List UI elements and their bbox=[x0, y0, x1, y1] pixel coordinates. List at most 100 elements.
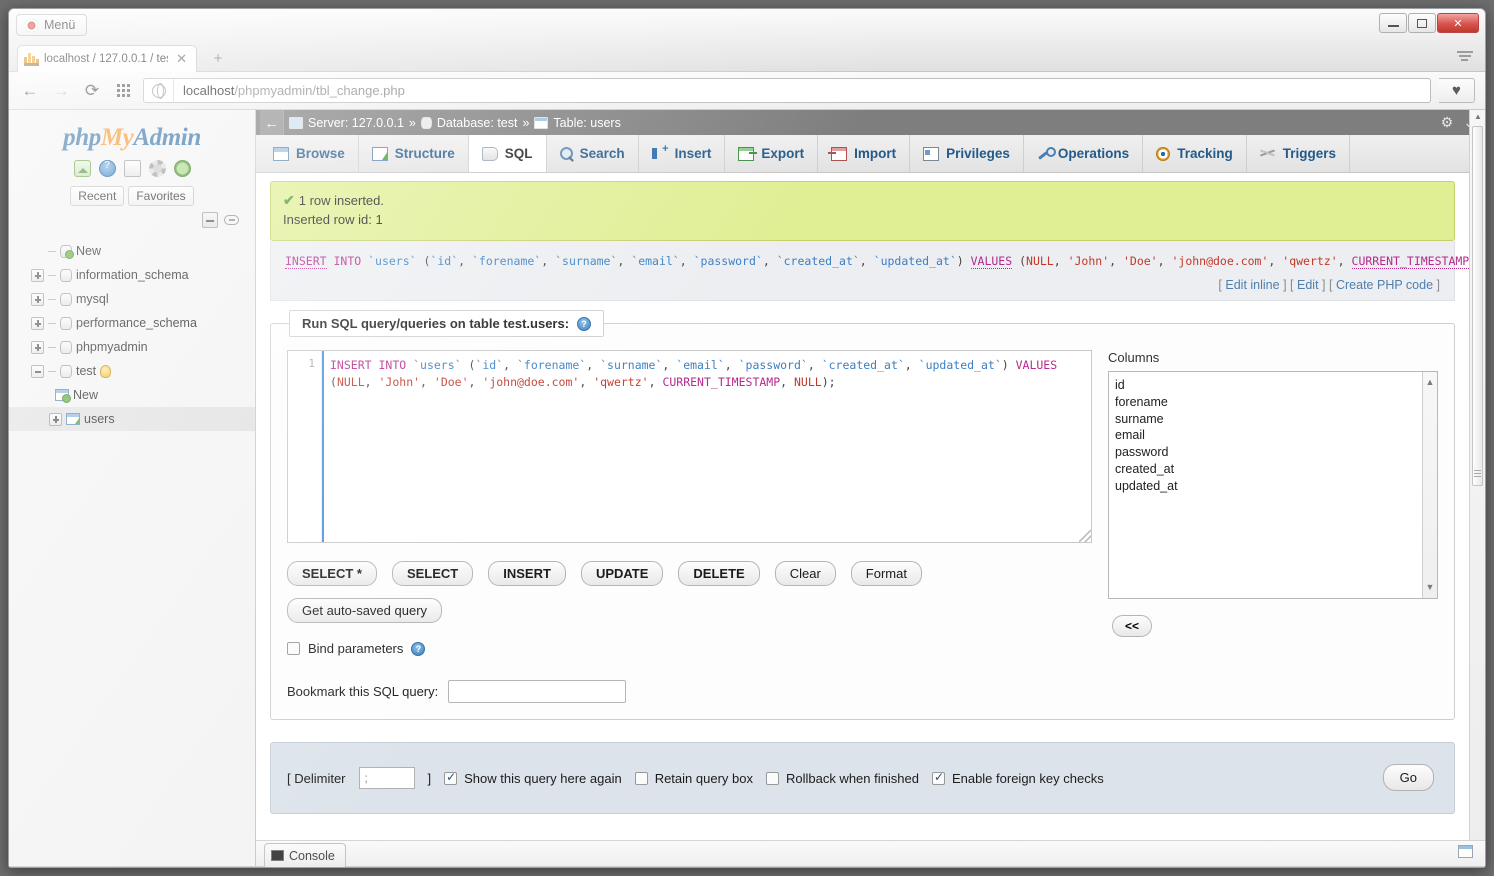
column-option[interactable]: surname bbox=[1115, 411, 1437, 428]
retain-query-checkbox[interactable] bbox=[635, 772, 648, 785]
minimize-button[interactable] bbox=[1379, 13, 1407, 33]
column-option[interactable]: created_at bbox=[1115, 461, 1437, 478]
bookmark-input[interactable] bbox=[448, 680, 626, 703]
column-option[interactable]: email bbox=[1115, 427, 1437, 444]
expand-icon[interactable] bbox=[31, 269, 44, 282]
insert-button[interactable]: INSERT bbox=[488, 561, 566, 586]
tab-search[interactable]: Search bbox=[547, 135, 639, 172]
tab-structure[interactable]: Structure bbox=[359, 135, 469, 172]
refresh-icon[interactable] bbox=[174, 160, 191, 177]
close-button[interactable]: ✕ bbox=[1437, 13, 1479, 33]
column-option[interactable]: id bbox=[1115, 377, 1437, 394]
option-retain-query-box[interactable]: Retain query box bbox=[635, 771, 753, 786]
tab-triggers[interactable]: Triggers bbox=[1247, 135, 1350, 172]
scrollbar-thumb[interactable] bbox=[1472, 126, 1483, 486]
edit-inline-link[interactable]: Edit inline bbox=[1225, 278, 1279, 292]
scroll-up-icon[interactable]: ▲ bbox=[1426, 374, 1435, 391]
tree-item-users[interactable]: users bbox=[9, 407, 255, 431]
address-bar[interactable]: localhost/phpmyadmin/tbl_change.php bbox=[143, 78, 1431, 103]
tree-item-test[interactable]: test bbox=[9, 359, 255, 383]
editor-resize-handle[interactable] bbox=[1079, 530, 1091, 542]
edit-link[interactable]: Edit bbox=[1297, 278, 1319, 292]
tab-tracking[interactable]: Tracking bbox=[1143, 135, 1247, 172]
tab-import[interactable]: Import bbox=[818, 135, 910, 172]
tab-close-icon[interactable]: ✕ bbox=[173, 51, 190, 67]
foreign-key-checkbox[interactable] bbox=[932, 772, 945, 785]
scroll-up-icon[interactable]: ▲ bbox=[1474, 112, 1482, 121]
collapse-all-icon[interactable] bbox=[202, 212, 218, 228]
go-button[interactable]: Go bbox=[1383, 764, 1434, 791]
select-button[interactable]: SELECT bbox=[392, 561, 473, 586]
option-rollback[interactable]: Rollback when finished bbox=[766, 771, 919, 786]
format-button[interactable]: Format bbox=[851, 561, 922, 586]
sql-token: 'Doe' bbox=[434, 375, 469, 389]
breadcrumb-table[interactable]: Table: users bbox=[553, 116, 620, 130]
breadcrumb-database[interactable]: Database: test bbox=[437, 116, 518, 130]
maximize-button[interactable] bbox=[1408, 13, 1436, 33]
tab-recent[interactable]: Recent bbox=[70, 186, 124, 206]
tabstrip-menu-icon[interactable] bbox=[1457, 51, 1473, 63]
expand-icon[interactable] bbox=[31, 293, 44, 306]
home-icon[interactable] bbox=[74, 160, 91, 177]
phpmyadmin-logo[interactable]: phpMyAdmin bbox=[9, 110, 255, 152]
update-button[interactable]: UPDATE bbox=[581, 561, 663, 586]
settings-icon[interactable] bbox=[149, 160, 166, 177]
page-scrollbar[interactable]: ▲ bbox=[1469, 110, 1485, 866]
console-table-icon[interactable] bbox=[1458, 845, 1473, 858]
column-option[interactable]: updated_at bbox=[1115, 478, 1437, 495]
insert-columns-button[interactable]: << bbox=[1112, 615, 1152, 637]
collapse-icon[interactable] bbox=[31, 365, 44, 378]
column-option[interactable]: forename bbox=[1115, 394, 1437, 411]
tab-operations[interactable]: Operations bbox=[1024, 135, 1143, 172]
delete-button[interactable]: DELETE bbox=[678, 561, 759, 586]
expand-icon[interactable] bbox=[49, 413, 62, 426]
tab-browse[interactable]: Browse bbox=[260, 135, 359, 172]
breadcrumb-back-button[interactable]: ← bbox=[260, 110, 284, 135]
clear-button[interactable]: Clear bbox=[775, 561, 836, 586]
gear-icon[interactable]: ⚙ bbox=[1441, 114, 1454, 131]
opera-menu-button[interactable]: Menü bbox=[16, 14, 87, 36]
tree-item-phpmyadmin[interactable]: phpmyadmin bbox=[9, 335, 255, 359]
tree-item-information-schema[interactable]: information_schema bbox=[9, 263, 255, 287]
get-auto-saved-query-button[interactable]: Get auto-saved query bbox=[287, 598, 442, 623]
create-php-code-link[interactable]: Create PHP code bbox=[1336, 278, 1433, 292]
tree-item-new-table[interactable]: New bbox=[9, 383, 255, 407]
sql-editor[interactable]: 1 INSERT INTO `users` (`id`, `forename`,… bbox=[287, 350, 1092, 543]
bind-parameters-checkbox[interactable] bbox=[287, 642, 300, 655]
tab-export[interactable]: Export bbox=[725, 135, 818, 172]
help-icon[interactable] bbox=[99, 160, 116, 177]
tab-privileges[interactable]: Privileges bbox=[910, 135, 1024, 172]
reload-button[interactable]: ⟳ bbox=[81, 80, 103, 102]
console-toggle[interactable]: Console bbox=[264, 843, 346, 867]
show-query-checkbox[interactable] bbox=[444, 772, 457, 785]
back-button[interactable]: ← bbox=[19, 80, 41, 102]
rollback-checkbox[interactable] bbox=[766, 772, 779, 785]
new-tab-button[interactable]: + bbox=[209, 51, 227, 69]
option-foreign-key-checks[interactable]: Enable foreign key checks bbox=[932, 771, 1104, 786]
bookmark-heart-button[interactable]: ♥ bbox=[1439, 78, 1475, 103]
tab-sql[interactable]: SQL bbox=[469, 135, 547, 172]
columns-scrollbar[interactable]: ▲ ▼ bbox=[1422, 372, 1437, 598]
forward-button[interactable]: → bbox=[50, 80, 72, 102]
breadcrumb-server[interactable]: Server: 127.0.0.1 bbox=[308, 116, 404, 130]
expand-icon[interactable] bbox=[31, 341, 44, 354]
delimiter-input[interactable] bbox=[359, 767, 415, 789]
link-panel-icon[interactable] bbox=[224, 215, 239, 225]
help-icon[interactable]: ? bbox=[411, 642, 425, 656]
option-show-query-again[interactable]: Show this query here again bbox=[444, 771, 622, 786]
expand-icon[interactable] bbox=[31, 317, 44, 330]
browser-tab-active[interactable]: . localhost / 127.0.0.1 / test ✕ bbox=[17, 45, 197, 72]
tab-insert[interactable]: Insert bbox=[639, 135, 726, 172]
scroll-down-icon[interactable]: ▼ bbox=[1426, 579, 1435, 596]
sql-editor-textarea[interactable]: INSERT INTO `users` (`id`, `forename`, `… bbox=[322, 351, 1091, 542]
columns-listbox[interactable]: idforenamesurnameemailpasswordcreated_at… bbox=[1108, 371, 1438, 599]
tree-item-new-db[interactable]: New bbox=[9, 239, 255, 263]
tree-item-performance-schema[interactable]: performance_schema bbox=[9, 311, 255, 335]
column-option[interactable]: password bbox=[1115, 444, 1437, 461]
speed-dial-button[interactable] bbox=[112, 80, 134, 102]
tree-item-mysql[interactable]: mysql bbox=[9, 287, 255, 311]
help-icon[interactable]: ? bbox=[577, 317, 591, 331]
select-star-button[interactable]: SELECT * bbox=[287, 561, 377, 586]
doc-icon[interactable] bbox=[124, 160, 141, 177]
tab-favorites[interactable]: Favorites bbox=[128, 186, 193, 206]
